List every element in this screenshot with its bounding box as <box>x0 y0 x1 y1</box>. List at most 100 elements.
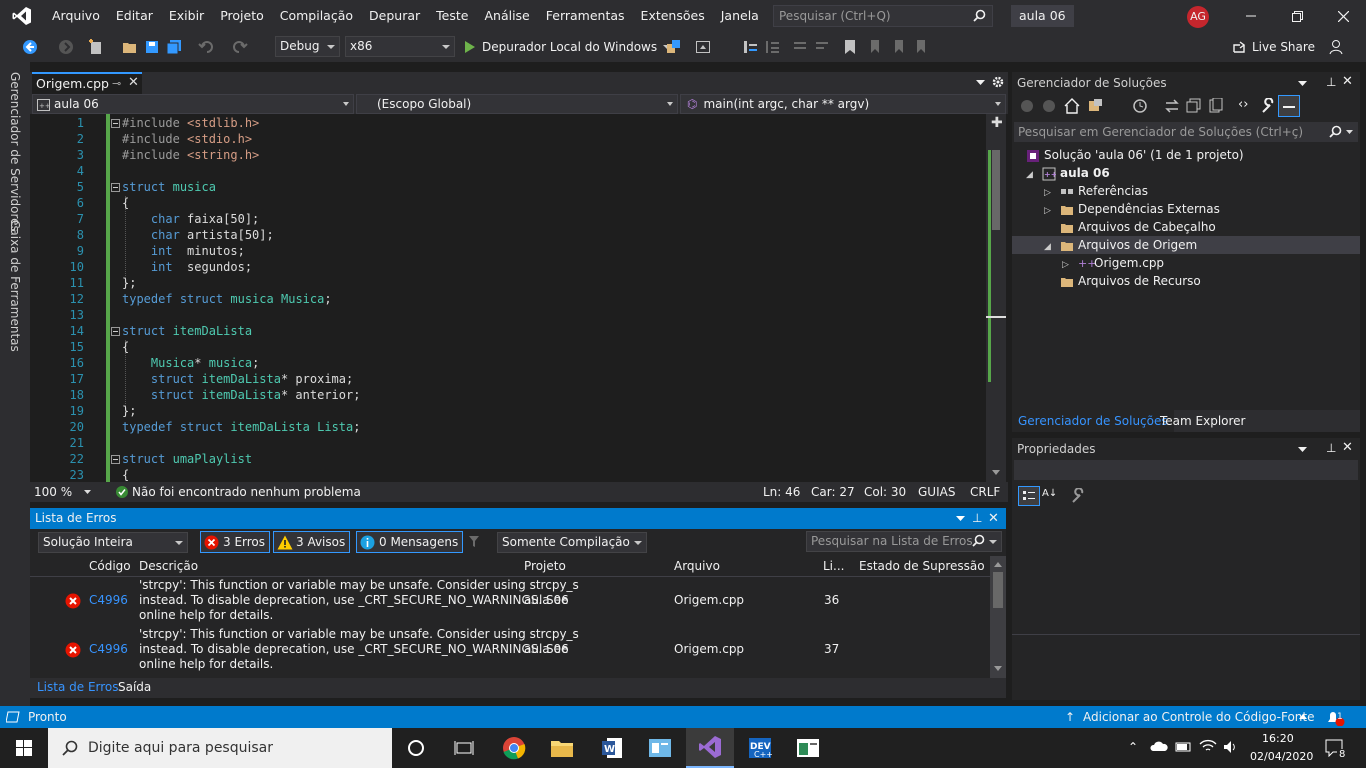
collapsed-icon[interactable]: ▷ <box>1044 202 1060 220</box>
settings-icon[interactable] <box>992 76 1004 88</box>
sync-icon[interactable] <box>1164 98 1180 114</box>
expanded-icon[interactable]: ◢ <box>1044 238 1060 256</box>
collapse-icon[interactable] <box>111 183 120 192</box>
comment-icon[interactable] <box>792 37 808 57</box>
restore-icon[interactable] <box>1274 0 1320 32</box>
error-code-link[interactable]: C4996 <box>89 642 128 656</box>
app-icon[interactable] <box>636 728 684 768</box>
tree-item-source-files[interactable]: ◢ Arquivos de Origem <box>1044 236 1197 254</box>
zoom-level[interactable]: 100 % <box>34 482 72 502</box>
messages-filter-button[interactable]: 0 Mensagens <box>356 531 464 553</box>
tree-item-resource-files[interactable]: Arquivos de Recurso <box>1060 272 1201 290</box>
pin-icon[interactable]: ⊥ <box>1326 75 1336 89</box>
save-all-icon[interactable] <box>166 37 182 57</box>
collapse-all-icon[interactable] <box>1186 98 1202 114</box>
categorized-icon[interactable] <box>1018 486 1040 506</box>
scroll-thumb[interactable] <box>992 150 1000 230</box>
column-header-code[interactable]: Código <box>89 556 131 576</box>
editor-vertical-scrollbar[interactable]: ✚ <box>986 114 1006 482</box>
wifi-icon[interactable] <box>1199 739 1217 753</box>
close-tab-icon[interactable]: ✕ <box>128 73 139 92</box>
table-row[interactable]: C4996 'strcpy': This function or variabl… <box>30 577 990 626</box>
menu-arquivo[interactable]: Arquivo <box>44 0 108 32</box>
tree-item-solution[interactable]: Solução 'aula 06' (1 de 1 projeto) <box>1026 146 1244 164</box>
tab-overflow-icon[interactable] <box>976 80 985 86</box>
error-search-input[interactable]: Pesquisar na Lista de Erros <box>806 531 1002 552</box>
toggle-view-icon[interactable] <box>695 37 711 57</box>
properties-wrench-icon[interactable] <box>1260 98 1276 114</box>
minimize-icon[interactable] <box>1228 0 1274 32</box>
collapse-icon[interactable] <box>111 327 120 336</box>
global-search-input[interactable]: Pesquisar (Ctrl+Q) <box>773 5 993 27</box>
zoom-dropdown-icon[interactable] <box>84 490 91 494</box>
source-control-button[interactable]: Adicionar ao Controle do Código-Fonte <box>1083 706 1314 728</box>
panel-menu-icon[interactable] <box>1298 447 1307 453</box>
notifications-icon[interactable] <box>1326 710 1346 726</box>
column-header-suppression[interactable]: Estado de Supressão <box>859 556 985 576</box>
new-project-icon[interactable] <box>88 37 104 57</box>
taskbar-search-input[interactable]: Digite aqui para pesquisar <box>48 728 392 768</box>
output-window-icon[interactable] <box>6 711 20 723</box>
error-code-link[interactable]: C4996 <box>89 593 128 607</box>
error-scope-select[interactable]: Solução Inteira <box>38 532 188 553</box>
panel-menu-icon[interactable] <box>1298 81 1307 87</box>
split-icon[interactable]: ✚ <box>991 116 1003 130</box>
menu-extensoes[interactable]: Extensões <box>633 0 713 32</box>
build-filter-select[interactable]: Somente Compilação <box>497 532 647 553</box>
panel-menu-icon[interactable] <box>956 516 965 522</box>
close-panel-icon[interactable]: ✕ <box>1342 74 1353 89</box>
pending-changes-filter-icon[interactable] <box>1132 98 1148 114</box>
menu-compilacao[interactable]: Compilação <box>272 0 361 32</box>
switch-views-icon[interactable] <box>1088 98 1108 114</box>
file-explorer-icon[interactable] <box>538 728 586 768</box>
open-file-icon[interactable] <box>122 37 138 57</box>
cortana-icon[interactable] <box>392 728 440 768</box>
visual-studio-logo-icon[interactable] <box>0 0 44 32</box>
preview-selected-icon[interactable] <box>1278 95 1300 117</box>
tree-item-references[interactable]: ▷ Referências <box>1044 182 1148 200</box>
chrome-icon[interactable] <box>490 728 538 768</box>
scroll-down-icon[interactable] <box>992 470 1000 475</box>
solution-search-input[interactable]: Pesquisar em Gerenciador de Soluções (Ct… <box>1014 122 1358 142</box>
start-debugging-button[interactable]: Depurador Local do Windows <box>464 37 672 57</box>
scope-nav-select[interactable]: (Escopo Global) <box>356 94 678 114</box>
volume-icon[interactable] <box>1223 740 1239 754</box>
save-icon[interactable] <box>145 37 159 57</box>
close-panel-icon[interactable]: ✕ <box>1342 440 1353 455</box>
close-icon[interactable] <box>1320 0 1366 32</box>
user-avatar[interactable]: AG <box>1187 6 1209 28</box>
filter-icon[interactable] <box>468 535 484 549</box>
bookmark-icon[interactable] <box>843 37 857 57</box>
pin-icon[interactable]: ⊥ <box>1326 441 1336 455</box>
tab-solution-explorer[interactable]: Gerenciador de Soluções <box>1012 410 1174 432</box>
eol-indicator[interactable]: CRLF <box>970 482 1000 502</box>
menu-projeto[interactable]: Projeto <box>212 0 272 32</box>
menu-depurar[interactable]: Depurar <box>361 0 428 32</box>
pin-icon[interactable]: ⊸ <box>112 74 121 93</box>
prev-bookmark-icon[interactable] <box>866 37 882 57</box>
visual-studio-taskbar-icon[interactable] <box>686 728 734 768</box>
column-header-description[interactable]: Descrição <box>139 556 198 576</box>
expanded-icon[interactable]: ◢ <box>1026 166 1042 184</box>
dev-cpp-icon[interactable]: DEV C++ <box>736 728 784 768</box>
code-editor[interactable]: 1 #include <stdlib.h> 2 #include <stdio.h> 3… <box>30 114 986 482</box>
next-bookmark-icon[interactable] <box>890 37 906 57</box>
view-code-icon[interactable]: ‹› <box>1238 97 1248 112</box>
menu-janela[interactable]: Janela <box>713 0 767 32</box>
app-window-icon[interactable] <box>784 728 832 768</box>
forward-icon[interactable] <box>1042 99 1056 113</box>
menu-ferramentas[interactable]: Ferramentas <box>538 0 633 32</box>
clock-date[interactable]: 02/04/2020 <box>1250 750 1313 763</box>
toolbox-tab[interactable]: Caixa de Ferramentas <box>8 220 22 352</box>
tab-error-list[interactable]: Lista de Erros <box>37 680 119 694</box>
table-row[interactable]: C4996 'strcpy': This function or variabl… <box>30 626 990 675</box>
alphabetical-icon[interactable]: A↓ <box>1042 488 1057 499</box>
task-view-icon[interactable] <box>440 728 488 768</box>
tabs-indicator[interactable]: GUIAS <box>918 482 955 502</box>
clear-bookmarks-icon[interactable] <box>912 37 928 57</box>
issues-status[interactable]: Não foi encontrado nenhum problema <box>132 482 361 502</box>
properties-object-select[interactable] <box>1014 460 1358 480</box>
windows-start-icon[interactable] <box>0 728 48 768</box>
tree-item-project[interactable]: ◢ ++ aula 06 <box>1026 164 1110 182</box>
property-pages-icon[interactable] <box>1070 488 1086 504</box>
